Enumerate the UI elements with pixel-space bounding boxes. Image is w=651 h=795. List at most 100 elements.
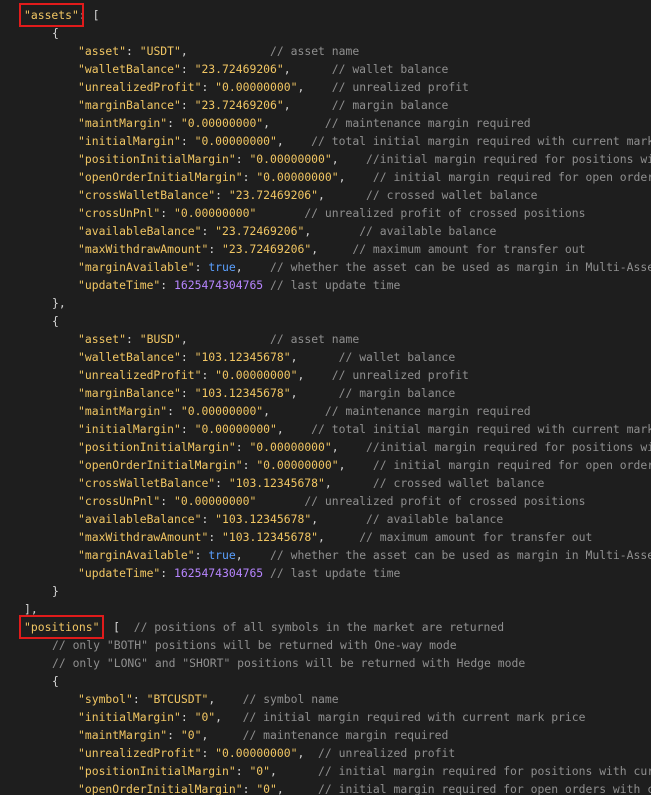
json-key: "positionInitialMargin" — [78, 440, 236, 454]
json-key: "crossUnPnl" — [78, 206, 161, 220]
json-punctuation: : [ — [78, 8, 100, 22]
json-punctuation: : — [167, 728, 181, 742]
json-key: "updateTime" — [78, 278, 161, 292]
json-string-value: "0.00000000" — [174, 494, 257, 508]
json-key: "marginBalance" — [78, 386, 181, 400]
code-comment: // total initial margin required with cu… — [283, 422, 651, 436]
code-comment: // total initial margin required with cu… — [283, 134, 651, 148]
json-string-value: "BTCUSDT" — [146, 692, 209, 706]
code-line: "crossUnPnl": "0.00000000" // unrealized… — [78, 492, 585, 510]
json-key: "marginBalance" — [78, 98, 181, 112]
json-punctuation: : — [180, 386, 195, 400]
json-punctuation: : — [235, 152, 250, 166]
json-punctuation: : — [180, 98, 195, 112]
json-punctuation: : — [132, 692, 147, 706]
code-line: { — [52, 24, 59, 42]
json-punctuation: : — [126, 332, 140, 346]
json-punctuation: : — [160, 206, 175, 220]
json-string-value: "0.00000000" — [215, 368, 298, 382]
code-line: ], — [24, 600, 38, 618]
json-key: "walletBalance" — [78, 62, 181, 76]
json-key: "unrealizedProfit" — [78, 368, 202, 382]
json-punctuation: , — [276, 422, 284, 436]
json-string-value: "23.72469206" — [194, 98, 284, 112]
code-line: "updateTime": 1625474304765 // last upda… — [78, 276, 400, 294]
json-key: "walletBalance" — [78, 350, 181, 364]
json-punctuation: , — [324, 476, 332, 490]
json-key: "crossWalletBalance" — [78, 188, 216, 202]
json-code-view: "assets": [{"asset": "USDT", // asset na… — [0, 0, 651, 795]
code-line: "availableBalance": "23.72469206", // av… — [78, 222, 496, 240]
json-punctuation: : — [180, 134, 195, 148]
code-comment: // unrealized profit — [304, 368, 469, 382]
json-string-value: "0" — [249, 764, 271, 778]
json-key: "maintMargin" — [78, 728, 168, 742]
json-punctuation: : — [235, 764, 250, 778]
code-comment: // wallet balance — [297, 350, 456, 364]
json-string-value: "0" — [256, 782, 277, 795]
code-line: { — [52, 312, 59, 330]
json-key: "positionInitialMargin" — [78, 764, 236, 778]
json-key: "positionInitialMargin" — [78, 152, 236, 166]
json-string-value: "0.00000000" — [174, 206, 257, 220]
code-line: "unrealizedProfit": "0.00000000", // unr… — [78, 366, 469, 384]
json-punctuation: : [ — [99, 620, 134, 634]
json-punctuation: , — [235, 260, 243, 274]
code-line: "availableBalance": "103.12345678", // a… — [78, 510, 503, 528]
code-comment: // crossed wallet balance — [331, 476, 545, 490]
json-key: "maxWithdrawAmount" — [78, 242, 209, 256]
code-line: "maxWithdrawAmount": "23.72469206", // m… — [78, 240, 586, 258]
json-key: "maintMargin" — [78, 116, 168, 130]
json-key: "availableBalance" — [78, 512, 202, 526]
json-string-value: "103.12345678" — [228, 476, 325, 490]
json-punctuation: { — [52, 314, 59, 328]
code-line: "openOrderInitialMargin": "0", // initia… — [78, 780, 651, 795]
code-comment: //initial margin required for positions … — [338, 152, 651, 166]
code-comment: // maintenance margin required — [208, 728, 449, 742]
code-comment: // initial margin required with current … — [222, 710, 586, 724]
json-punctuation: }, — [52, 296, 66, 310]
json-punctuation: : — [235, 440, 250, 454]
json-punctuation: , — [283, 98, 291, 112]
json-key: "asset" — [78, 332, 127, 346]
json-string-value: "103.12345678" — [194, 350, 291, 364]
code-comment: // only "BOTH" positions will be returne… — [52, 638, 457, 652]
json-string-value: "0.00000000" — [215, 746, 298, 760]
json-punctuation: : — [167, 404, 181, 418]
json-punctuation: : — [194, 260, 209, 274]
code-line: "unrealizedProfit": "0.00000000", // unr… — [78, 744, 455, 762]
json-punctuation: , — [180, 44, 188, 58]
code-comment: // maximum amount for transfer out — [324, 530, 593, 544]
code-line: "openOrderInitialMargin": "0.00000000", … — [78, 456, 651, 474]
json-punctuation: : — [201, 746, 216, 760]
code-line: "positionInitialMargin": "0.00000000", /… — [78, 150, 651, 168]
json-number-value: 1625474304765 — [174, 566, 264, 580]
json-string-value: "23.72469206" — [222, 242, 312, 256]
json-punctuation: , — [331, 440, 339, 454]
json-key: "maintMargin" — [78, 404, 168, 418]
code-comment: // unrealized profit — [304, 80, 469, 94]
code-comment: // symbol name — [215, 692, 339, 706]
json-key: "marginAvailable" — [78, 260, 195, 274]
json-punctuation: , — [263, 116, 271, 130]
code-line: "positions": [ // positions of all symbo… — [18, 615, 504, 639]
json-punctuation: : — [126, 44, 140, 58]
json-string-value: "103.12345678" — [222, 530, 319, 544]
code-comment: // last update time — [263, 278, 401, 292]
code-line: "positionInitialMargin": "0", // initial… — [78, 762, 651, 780]
json-key: "asset" — [78, 44, 127, 58]
json-key: "updateTime" — [78, 566, 161, 580]
code-comment: // margin balance — [297, 386, 456, 400]
code-comment: // unrealized profit of crossed position… — [256, 206, 586, 220]
json-string-value: "0.00000000" — [180, 404, 264, 418]
code-comment: // maximum amount for transfer out — [318, 242, 586, 256]
json-key: "initialMargin" — [78, 710, 181, 724]
code-comment: // available balance — [318, 512, 504, 526]
code-line: "openOrderInitialMargin": "0.00000000", … — [78, 168, 651, 186]
json-key: "maxWithdrawAmount" — [78, 530, 209, 544]
json-string-value: "0.00000000" — [249, 440, 332, 454]
json-string-value: "0" — [180, 728, 202, 742]
json-string-value: "103.12345678" — [194, 386, 291, 400]
json-punctuation: , — [263, 404, 271, 418]
code-line: "walletBalance": "103.12345678", // wall… — [78, 348, 455, 366]
